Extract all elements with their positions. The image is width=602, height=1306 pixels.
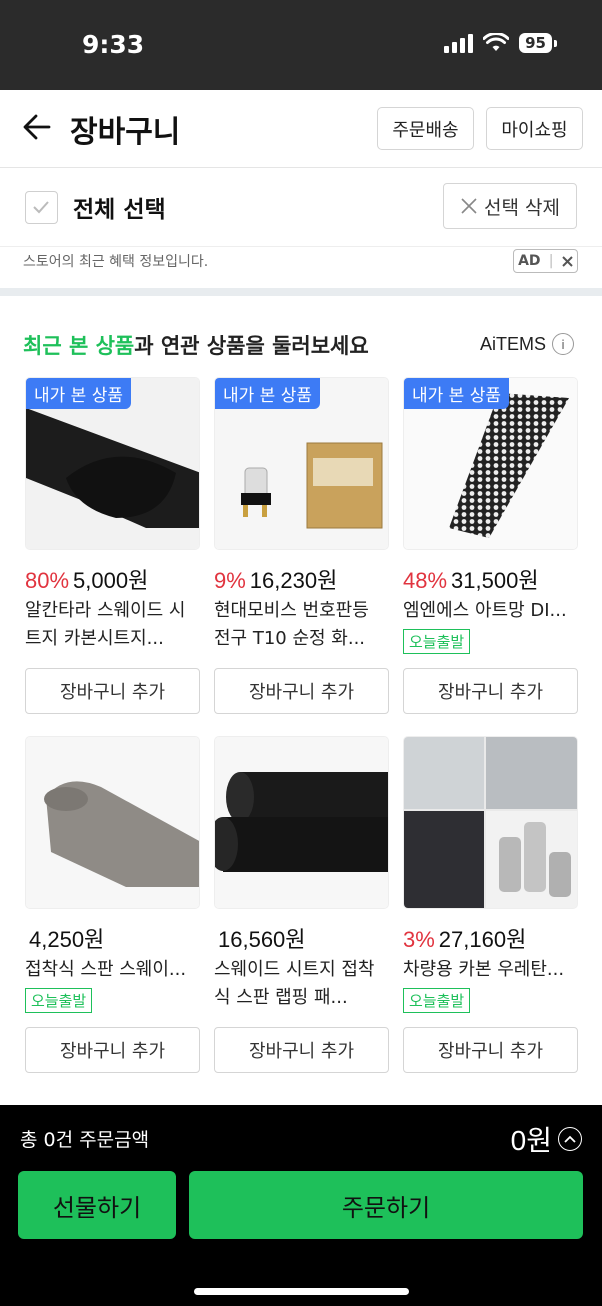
carbon-film-image — [404, 737, 577, 908]
product-price: 48% 31,500원 — [403, 563, 578, 595]
back-arrow-icon[interactable] — [22, 112, 52, 142]
add-to-cart-button[interactable]: 장바구니 추가 — [214, 1027, 389, 1073]
price: 31,500원 — [451, 568, 539, 593]
product-image[interactable] — [403, 736, 578, 909]
aitems-logo: AiTEMS — [480, 333, 547, 354]
product-name[interactable]: 접착식 스판 스웨이... — [25, 956, 197, 984]
product-name[interactable]: 차량용 카본 우레탄... — [403, 956, 575, 984]
section-divider — [0, 288, 602, 296]
ad-text: 스토어의 최근 혜택 정보입니다. — [23, 254, 209, 270]
add-to-cart-button[interactable]: 장바구니 추가 — [403, 668, 578, 714]
product-card[interactable]: 내가 본 상품 48% 31,500원 엠엔에스 아트망 DI... 오늘출발 — [403, 377, 578, 654]
product-image[interactable] — [25, 736, 200, 909]
product-card[interactable]: 내가 본 상품 80% 5,000원 알칸타라 스웨이드 시트지 카본시트지... — [25, 377, 200, 653]
product-name[interactable]: 스웨이드 시트지 접착식 스판 랩핑 패... — [214, 956, 386, 1012]
wifi-icon — [483, 33, 510, 51]
product-price: 3% 27,160원 — [403, 922, 578, 954]
home-indicator — [194, 1288, 409, 1295]
today-shipping-badge: 오늘출발 — [403, 629, 471, 654]
my-shopping-button[interactable]: 마이쇼핑 — [486, 107, 583, 150]
product-price: 80% 5,000원 — [25, 563, 200, 595]
status-time: 9:33 — [82, 30, 145, 59]
order-summary-bar: 총 0건 주문금액 0원 선물하기 주문하기 — [0, 1105, 602, 1306]
page-title: 장바구니 — [70, 116, 181, 149]
price: 27,160원 — [438, 927, 527, 952]
product-image[interactable]: 내가 본 상품 — [214, 377, 389, 550]
total-amount-value: 0원 — [510, 1125, 552, 1156]
seen-product-badge: 내가 본 상품 — [215, 378, 321, 409]
today-shipping-badge: 오늘출발 — [25, 988, 93, 1013]
discount-rate: 80% — [25, 568, 70, 593]
product-card[interactable]: 16,560원 스웨이드 시트지 접착식 스판 랩핑 패... — [214, 736, 389, 1012]
product-card[interactable]: 4,250원 접착식 스판 스웨이... 오늘출발 — [25, 736, 200, 1013]
signal-icon — [444, 33, 474, 53]
product-name[interactable]: 현대모비스 번호판등 전구 T10 순정 화... — [214, 597, 386, 653]
select-all-checkbox[interactable] — [25, 191, 58, 224]
product-card[interactable]: 내가 본 상품 9% 16,230원 현대모비스 번호판등 전구 T10 순정 화… — [214, 377, 389, 653]
select-all-label[interactable]: 전체 선택 — [73, 190, 166, 224]
discount-rate: 48% — [403, 568, 448, 593]
add-to-cart-button[interactable]: 장바구니 추가 — [214, 668, 389, 714]
today-shipping-badge: 오늘출발 — [403, 988, 471, 1013]
ad-label: AD — [518, 253, 541, 269]
gift-button[interactable]: 선물하기 — [18, 1171, 176, 1239]
price: 16,560원 — [218, 927, 306, 952]
seen-product-badge: 내가 본 상품 — [404, 378, 510, 409]
close-icon[interactable] — [562, 255, 573, 267]
status-bar: 9:33 95 — [0, 0, 602, 90]
status-icons: 95 — [444, 33, 557, 53]
price: 4,250원 — [29, 927, 105, 952]
info-icon[interactable]: i — [552, 333, 575, 355]
header: 장바구니 주문배송 마이쇼핑 — [0, 90, 602, 168]
product-card[interactable]: 3% 27,160원 차량용 카본 우레탄... 오늘출발 — [403, 736, 578, 1013]
check-icon — [33, 201, 49, 214]
product-price: 16,560원 — [214, 922, 389, 954]
price: 16,230원 — [249, 568, 338, 593]
order-button[interactable]: 주문하기 — [189, 1171, 583, 1239]
add-to-cart-button[interactable]: 장바구니 추가 — [403, 1027, 578, 1073]
total-label: 총 0건 주문금액 — [20, 1129, 150, 1151]
product-name[interactable]: 엠엔에스 아트망 DI... — [403, 597, 575, 625]
order-delivery-button[interactable]: 주문배송 — [377, 107, 474, 150]
delete-selected-label: 선택 삭제 — [484, 196, 560, 219]
black-rolls-image — [215, 737, 388, 908]
product-image[interactable] — [214, 736, 389, 909]
ad-strip: 스토어의 최근 혜택 정보입니다. AD | — [0, 248, 602, 288]
recommend-heading: 최근 본 상품과 연관 상품을 둘러보세요 — [23, 330, 369, 360]
add-to-cart-button[interactable]: 장바구니 추가 — [25, 668, 200, 714]
close-icon — [461, 198, 477, 214]
recommend-heading-rest: 과 연관 상품을 둘러보세요 — [134, 334, 369, 358]
product-price: 4,250원 — [25, 922, 200, 954]
add-to-cart-button[interactable]: 장바구니 추가 — [25, 1027, 200, 1073]
chevron-up-icon[interactable] — [558, 1127, 582, 1151]
seen-product-badge: 내가 본 상품 — [26, 378, 132, 409]
total-amount[interactable]: 0원 — [511, 1119, 582, 1159]
price: 5,000원 — [73, 568, 149, 593]
delete-selected-button[interactable]: 선택 삭제 — [443, 183, 577, 229]
aitems-info[interactable]: AiTEMS i — [480, 333, 575, 355]
recommend-heading-highlight: 최근 본 상품 — [23, 334, 135, 358]
discount-rate: 9% — [214, 568, 246, 593]
product-price: 9% 16,230원 — [214, 563, 389, 595]
gray-suede-image — [26, 737, 199, 908]
product-name[interactable]: 알칸타라 스웨이드 시트지 카본시트지... — [25, 597, 197, 653]
product-image[interactable]: 내가 본 상품 — [25, 377, 200, 550]
product-image[interactable]: 내가 본 상품 — [403, 377, 578, 550]
ad-badge[interactable]: AD | — [513, 249, 578, 273]
battery-indicator: 95 — [519, 33, 557, 53]
discount-rate: 3% — [403, 927, 435, 952]
select-bar: 전체 선택 선택 삭제 — [0, 169, 602, 247]
